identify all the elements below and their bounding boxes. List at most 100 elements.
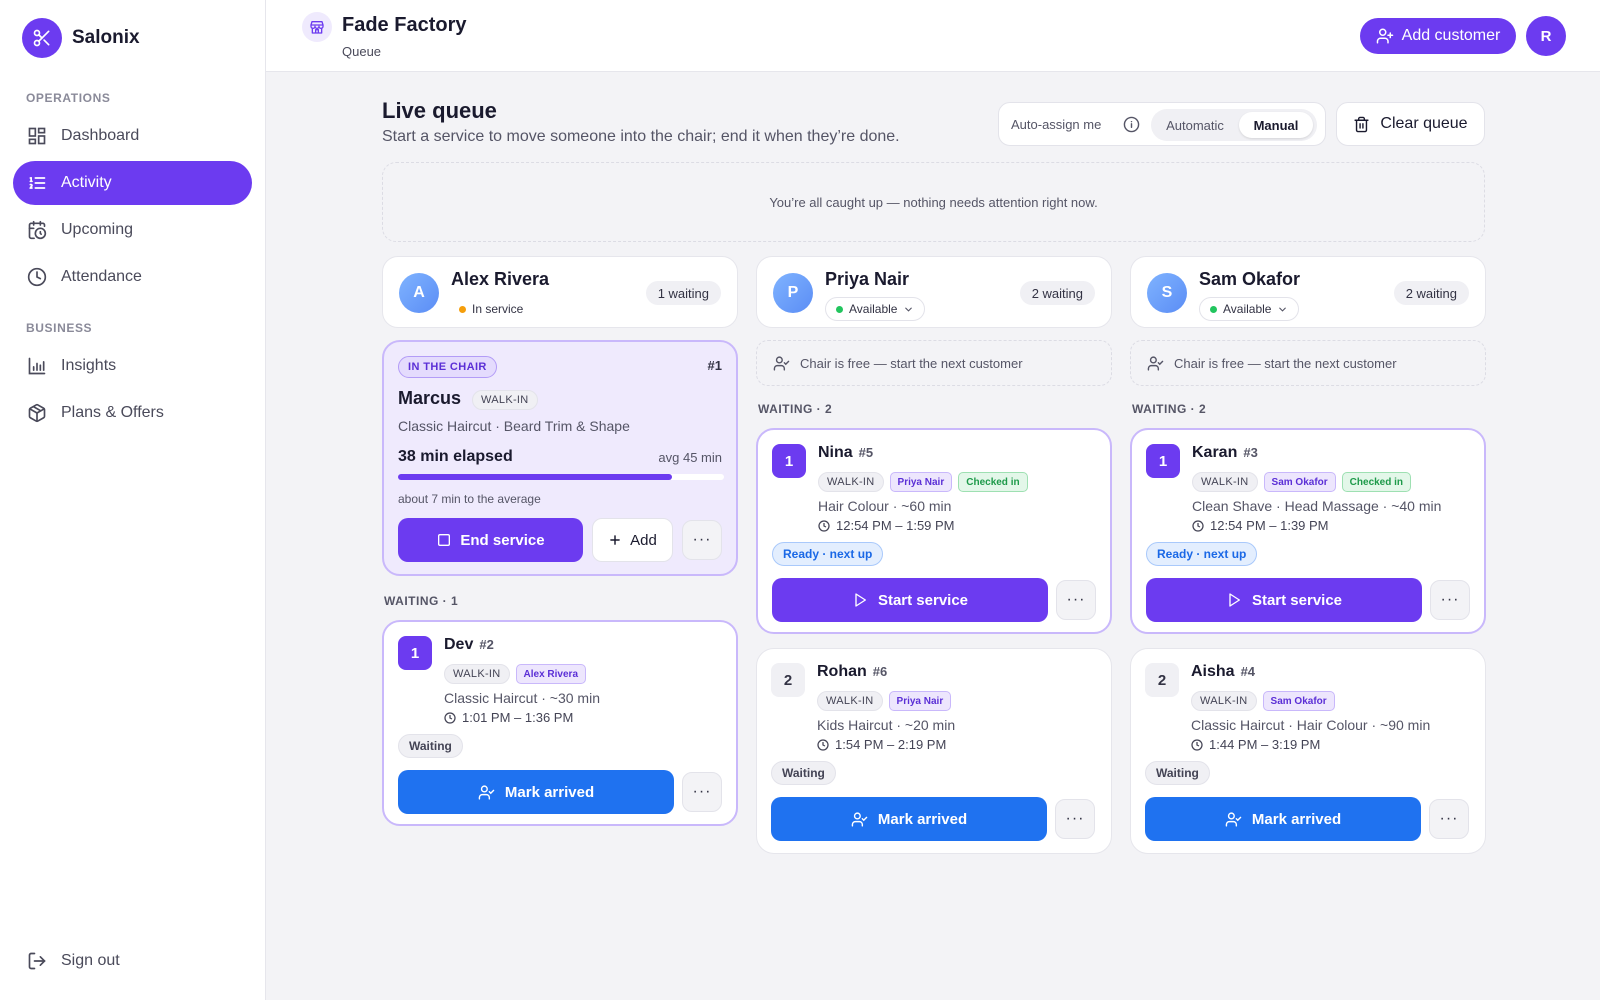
waiting-section-label: WAITING · 2 <box>1132 402 1207 416</box>
in-chair-card: IN THE CHAIR #1 Marcus WALK-IN Classic H… <box>382 340 738 576</box>
info-icon[interactable] <box>1123 116 1140 133</box>
customer-name-row: Karan #3 <box>1192 444 1258 462</box>
start-service-button[interactable]: Start service <box>772 578 1048 622</box>
ticket-number: #4 <box>1240 664 1256 679</box>
badge-row: WALK-IN Sam Okafor Checked in <box>1192 472 1412 492</box>
sidebar-item-insights[interactable]: Insights <box>13 344 252 388</box>
sidebar-item-dashboard[interactable]: Dashboard <box>13 114 252 158</box>
time-slot: 1:44 PM – 3:19 PM <box>1191 737 1320 752</box>
waiting-section-label: WAITING · 2 <box>758 402 833 416</box>
status-label: In service <box>472 302 524 316</box>
sidebar-item-label: Activity <box>61 174 112 191</box>
start-service-button[interactable]: Start service <box>1146 578 1422 622</box>
start-service-label: Start service <box>877 591 969 609</box>
calendar-clock-icon <box>28 220 47 240</box>
status-badge: Waiting <box>398 734 463 758</box>
add-customer-button[interactable]: Add customer <box>1360 18 1516 54</box>
add-customer-label: Add customer <box>1401 27 1501 44</box>
checked-in-badge: Checked in <box>958 472 1028 492</box>
more-options-button[interactable]: ··· <box>1056 580 1096 620</box>
more-options-button[interactable]: ··· <box>682 772 722 812</box>
sidebar-item-label: Dashboard <box>61 127 140 144</box>
mode-automatic[interactable]: Automatic <box>1155 112 1235 138</box>
user-avatar[interactable]: R <box>1526 16 1566 56</box>
service-list: Hair Colour · ~60 min <box>818 498 952 514</box>
availability-dropdown[interactable]: Available <box>1199 297 1300 321</box>
mark-arrived-button[interactable]: Mark arrived <box>398 770 674 814</box>
mode-manual[interactable]: Manual <box>1239 112 1313 138</box>
customer-name: Aisha <box>1191 663 1235 680</box>
bar-chart-icon <box>28 357 46 375</box>
more-options-button[interactable]: ··· <box>1429 799 1469 839</box>
mark-arrived-button[interactable]: Mark arrived <box>1145 797 1421 841</box>
customer-name: Marcus <box>398 388 462 408</box>
chevron-down-icon <box>1279 307 1287 312</box>
time-range: 1:44 PM – 3:19 PM <box>1209 737 1321 752</box>
sidebar: Salonix OPERATIONS Dashboard Activity Up… <box>0 0 266 1000</box>
app-name: Salonix <box>72 27 140 48</box>
status-label: Available <box>849 302 898 316</box>
add-service-label: Add <box>630 531 657 549</box>
add-service-button[interactable]: Add <box>592 518 673 562</box>
auto-assign-label: Auto-assign me <box>1011 117 1102 132</box>
sign-out-button[interactable]: Sign out <box>27 951 120 971</box>
clock-icon <box>817 738 829 751</box>
sidebar-item-plans-offers[interactable]: Plans & Offers <box>13 391 252 435</box>
time-slot: 12:54 PM – 1:39 PM <box>1192 518 1329 533</box>
barber-header: S Sam Okafor Available 2 waiting <box>1130 256 1486 328</box>
package-icon <box>28 403 46 423</box>
queue-position: 1 <box>772 444 806 478</box>
customer-name-row: Nina #5 <box>818 444 873 462</box>
logout-icon <box>28 952 46 970</box>
barber-avatar: P <box>773 273 813 313</box>
chair-free-notice: Chair is free — start the next customer <box>1130 340 1486 386</box>
mark-arrived-button[interactable]: Mark arrived <box>771 797 1047 841</box>
brand[interactable]: Salonix <box>22 18 140 58</box>
clear-queue-button[interactable]: Clear queue <box>1336 102 1485 146</box>
queue-position: 1 <box>398 636 432 670</box>
barber-header: P Priya Nair Available 2 waiting <box>756 256 1112 328</box>
more-options-button[interactable]: ··· <box>682 520 722 560</box>
trash-icon <box>1354 116 1369 132</box>
status-badge: Ready · next up <box>1146 542 1258 566</box>
page-title: Live queue <box>382 98 497 123</box>
top-header: Fade Factory Queue Add customer R <box>266 0 1600 72</box>
ticket-number: #5 <box>858 445 874 460</box>
checked-in-badge: Checked in <box>1341 472 1412 492</box>
ticket-number: #2 <box>479 637 494 652</box>
in-chair-badge: IN THE CHAIR <box>398 356 497 378</box>
walk-in-badge: WALK-IN <box>818 472 884 492</box>
start-service-label: Start service <box>1251 591 1343 609</box>
sidebar-item-label: Attendance <box>61 268 142 285</box>
end-service-button[interactable]: End service <box>398 518 583 562</box>
sidebar-item-activity[interactable]: Activity <box>13 161 252 205</box>
status-dot <box>836 305 843 313</box>
more-options-button[interactable]: ··· <box>1055 799 1095 839</box>
mark-arrived-label: Mark arrived <box>504 783 595 801</box>
stop-square-icon <box>438 534 451 546</box>
plus-icon <box>610 535 620 545</box>
status-dot <box>459 305 466 313</box>
queue-card: 2 Aisha #4 WALK-IN Sam Okafor Classic Hai… <box>1130 648 1486 854</box>
sidebar-item-attendance[interactable]: Attendance <box>13 255 252 299</box>
queue-card: 1 Karan #3 WALK-IN Sam Okafor Checked in … <box>1130 428 1486 634</box>
more-options-button[interactable]: ··· <box>1430 580 1470 620</box>
walk-in-badge: WALK-IN <box>472 390 538 410</box>
clear-queue-label: Clear queue <box>1380 115 1468 132</box>
user-plus-icon <box>1376 28 1393 44</box>
end-service-label: End service <box>460 531 545 549</box>
sidebar-item-upcoming[interactable]: Upcoming <box>13 208 252 252</box>
assigned-barber-badge: Sam Okafor <box>1262 691 1335 711</box>
badge-row: WALK-IN Priya Nair Checked in <box>818 472 1028 492</box>
queue-position: 2 <box>1145 663 1179 697</box>
customer-name: Nina <box>818 444 853 461</box>
customer-name-row: Rohan #6 <box>817 663 887 681</box>
availability-dropdown[interactable]: Available <box>825 297 926 321</box>
service-list: Classic Haircut · ~30 min <box>444 690 600 706</box>
user-check-icon <box>1147 355 1164 371</box>
assigned-barber-badge: Priya Nair <box>888 691 952 711</box>
chevron-down-icon <box>905 307 913 312</box>
sidebar-item-label: Insights <box>61 357 117 374</box>
assign-mode-toggle: Automatic Manual <box>1151 109 1317 141</box>
waiting-section-label: WAITING · 1 <box>384 594 459 608</box>
